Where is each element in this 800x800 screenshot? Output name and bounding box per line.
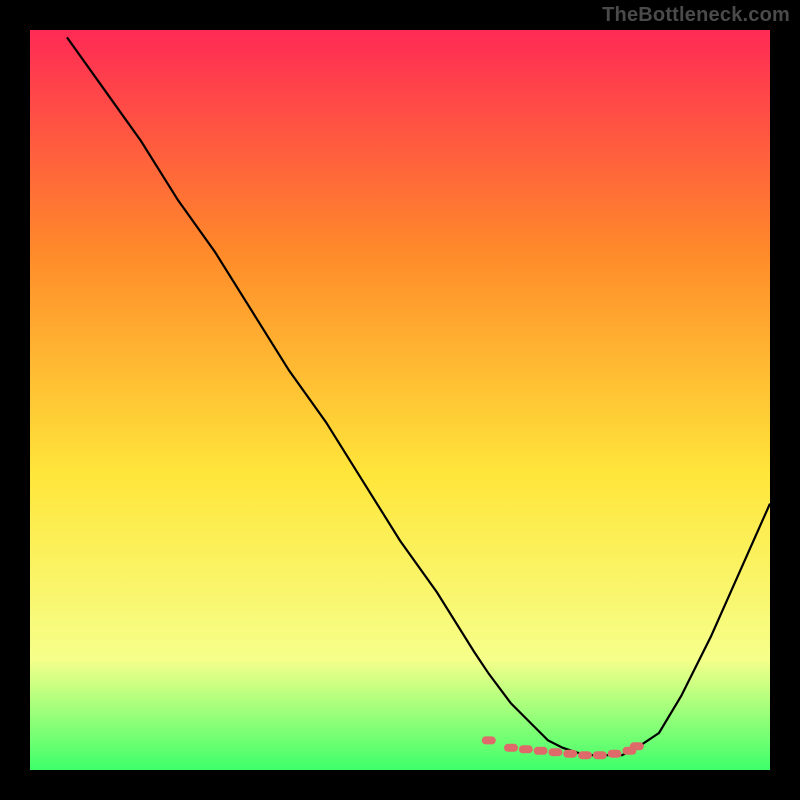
- marker-dot: [504, 744, 518, 752]
- marker-dot: [593, 751, 607, 759]
- marker-dot: [534, 747, 548, 755]
- marker-dot: [578, 751, 592, 759]
- marker-dot: [563, 750, 577, 758]
- marker-dot: [548, 748, 562, 756]
- chart-plot: [30, 30, 770, 770]
- marker-dot: [482, 736, 496, 744]
- marker-dot: [630, 742, 644, 750]
- chart-svg: [30, 30, 770, 770]
- marker-dot: [608, 750, 622, 758]
- watermark-text: TheBottleneck.com: [602, 4, 790, 27]
- marker-dot: [519, 745, 533, 753]
- chart-frame: TheBottleneck.com: [0, 0, 800, 800]
